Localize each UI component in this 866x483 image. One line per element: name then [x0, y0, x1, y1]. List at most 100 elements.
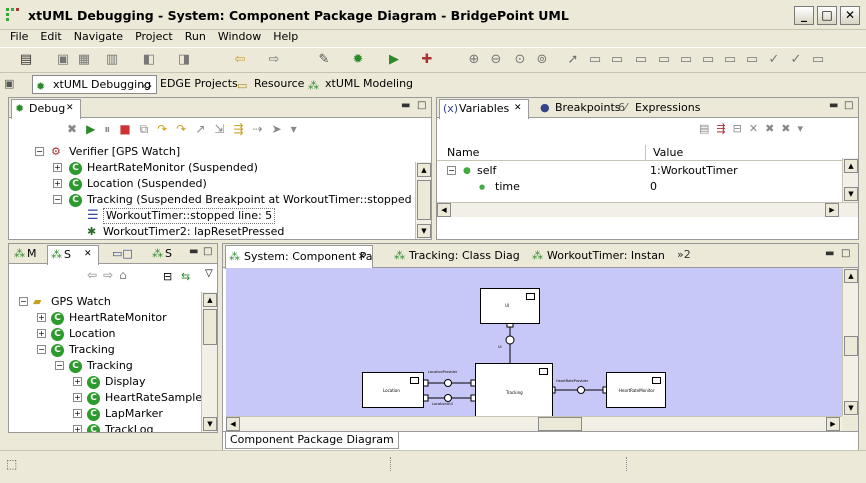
expand-icon[interactable]: + [37, 329, 46, 338]
step-return-icon[interactable]: ↗ [195, 122, 214, 136]
tab-breakpoints[interactable]: ● Breakpoints [537, 99, 621, 118]
component-tool-icon[interactable]: ▭ [587, 52, 603, 68]
diagram-hscrollbar[interactable]: ◀ ▶ [226, 416, 842, 431]
tab-component-package-diagram[interactable]: ⁂ System: Component Pa ✕ [225, 245, 373, 269]
maximize-view-icon[interactable]: □ [844, 100, 853, 111]
remove-icon[interactable]: ✖ [67, 122, 86, 136]
component-location[interactable]: Location [362, 372, 424, 408]
variable-row-time[interactable]: ● time 0 [447, 179, 837, 195]
collapse-icon[interactable]: − [19, 297, 28, 306]
variable-row-self[interactable]: − ● self 1:WorkoutTimer [447, 163, 837, 179]
perspective-xtuml-modeling[interactable]: ⁂ xtUML Modeling [305, 75, 418, 94]
print-icon[interactable]: ▦ [76, 52, 92, 68]
tab-outline[interactable]: ▭□ [109, 245, 133, 264]
menu-file[interactable]: File [4, 30, 34, 46]
scroll-up-button[interactable]: ▲ [844, 269, 858, 283]
new-icon[interactable]: ▤ [18, 52, 34, 68]
disconnect-icon[interactable]: ⧉ [140, 122, 158, 136]
forward-icon[interactable]: ⇨ [103, 268, 119, 282]
back-icon[interactable]: ⇦ [87, 268, 103, 282]
tools-icon[interactable]: ✎ [316, 52, 332, 68]
view-menu-icon[interactable]: ▾ [291, 122, 306, 136]
resume-icon[interactable]: ▶ [86, 122, 104, 136]
terminate-icon[interactable]: ■ [119, 122, 139, 136]
scroll-down-button[interactable]: ▼ [417, 224, 431, 238]
maximize-view-icon[interactable]: □ [841, 248, 850, 259]
tab-session-explorer[interactable]: ⁂ S ✕ [47, 245, 99, 265]
view-menu-icon[interactable]: ▽ [205, 268, 213, 279]
debug-scrollbar[interactable]: ▲ ▼ [415, 162, 431, 239]
tab-search[interactable]: ⁂ S [149, 245, 172, 264]
provision-tool-icon[interactable]: ▭ [656, 52, 672, 68]
minimize-view-icon[interactable]: ▬ [189, 246, 198, 257]
component-heartratemonitor[interactable]: HeartRateMonitor [606, 372, 666, 408]
link-editor-icon[interactable]: ⇆ [181, 270, 190, 283]
fast-view-icon[interactable]: ⬚ [6, 457, 17, 471]
tab-component-package-diagram-page[interactable]: Component Package Diagram [225, 432, 399, 449]
scroll-right-button[interactable]: ▶ [826, 417, 840, 431]
show-logical-structure-icon[interactable]: ⇶ [716, 122, 732, 135]
column-value[interactable]: Value [653, 146, 683, 159]
component-ref-tool-icon[interactable]: ▭ [609, 52, 625, 68]
collapse-icon[interactable]: − [55, 361, 64, 370]
step-into-icon[interactable]: ↷ [157, 122, 176, 136]
minimize-view-icon[interactable]: ▬ [829, 100, 838, 111]
requirement-tool-icon[interactable]: ▭ [678, 52, 694, 68]
expand-icon[interactable]: + [73, 425, 82, 432]
menu-navigate[interactable]: Navigate [68, 30, 129, 46]
expand-icon[interactable]: + [53, 179, 62, 188]
scroll-down-button[interactable]: ▼ [203, 417, 217, 431]
minimize-view-icon[interactable]: ▬ [401, 100, 410, 111]
add-watch-icon[interactable]: ✕ [749, 122, 765, 135]
step-over-icon[interactable]: ↷ [176, 122, 195, 136]
binary-icon[interactable]: ▥ [104, 52, 120, 68]
link-tool-icon[interactable]: ✓ [788, 52, 804, 68]
navigate2-icon[interactable]: ◨ [176, 52, 192, 68]
perspective-edge-projects[interactable]: ◇ EDGE Projects [140, 75, 243, 94]
variables-hscrollbar[interactable]: ◀ ▶ [437, 202, 858, 217]
interface-tool-icon[interactable]: ▭ [633, 52, 649, 68]
tab-variables[interactable]: (x) Variables ✕ [439, 99, 529, 119]
zoom-in-icon[interactable]: ⊕ [466, 52, 482, 68]
forward-icon[interactable]: ⇨ [266, 52, 282, 68]
minimize-view-icon[interactable]: ▬ [825, 248, 834, 259]
external-tools-icon[interactable]: ✚ [419, 52, 435, 68]
tab-debug[interactable]: ✹ Debug ✕ [11, 99, 81, 119]
close-icon[interactable]: ✕ [358, 246, 366, 268]
delegation-tool-icon[interactable]: ▭ [700, 52, 716, 68]
expand-icon[interactable]: + [73, 393, 82, 402]
close-icon[interactable]: ✕ [66, 100, 74, 117]
maximize-view-icon[interactable]: □ [203, 246, 212, 257]
column-name[interactable]: Name [447, 146, 479, 159]
component-ui[interactable]: UI [480, 288, 540, 324]
variables-vscrollbar[interactable]: ▲ ▼ [842, 158, 858, 202]
more-tabs-button[interactable]: »2 [677, 248, 691, 261]
scroll-left-button[interactable]: ◀ [226, 417, 240, 431]
maximize-view-icon[interactable]: □ [417, 100, 426, 111]
component-diagram-canvas[interactable]: UI Location Tracking HeartRateMonitor Lo… [226, 268, 842, 416]
expand-icon[interactable]: + [37, 313, 46, 322]
show-type-names-icon[interactable]: ▤ [699, 122, 716, 135]
menu-edit[interactable]: Edit [34, 30, 67, 46]
tab-expressions[interactable]: 6⁄ Expressions [615, 99, 700, 118]
scroll-thumb[interactable] [538, 417, 582, 431]
close-button[interactable]: ✕ [840, 6, 860, 25]
package-tool-icon[interactable]: ▭ [810, 52, 826, 68]
menu-project[interactable]: Project [129, 30, 179, 46]
run-to-line-icon[interactable]: ⇢ [253, 122, 272, 136]
navigate-icon[interactable]: ◧ [141, 52, 157, 68]
scroll-up-button[interactable]: ▲ [417, 163, 431, 177]
collapse-icon[interactable]: − [37, 345, 46, 354]
collapse-all-icon[interactable]: ⊟ [733, 122, 749, 135]
tab-model-explorer[interactable]: ⁂ M [11, 245, 37, 264]
remove-icon[interactable]: ✖ [765, 122, 781, 135]
scroll-down-button[interactable]: ▼ [844, 187, 858, 201]
collapse-all-icon[interactable]: ⊟ [163, 270, 172, 283]
tab-workouttimer-instance[interactable]: ⁂ WorkoutTimer: Instan [529, 245, 665, 267]
scroll-right-button[interactable]: ▶ [825, 203, 839, 217]
close-icon[interactable]: ✕ [514, 100, 522, 117]
zoom-out-icon[interactable]: ⊖ [488, 52, 504, 68]
save-icon[interactable]: ▣ [55, 52, 71, 68]
run-icon[interactable]: ▶ [386, 52, 402, 68]
home-icon[interactable]: ⌂ [119, 268, 133, 282]
